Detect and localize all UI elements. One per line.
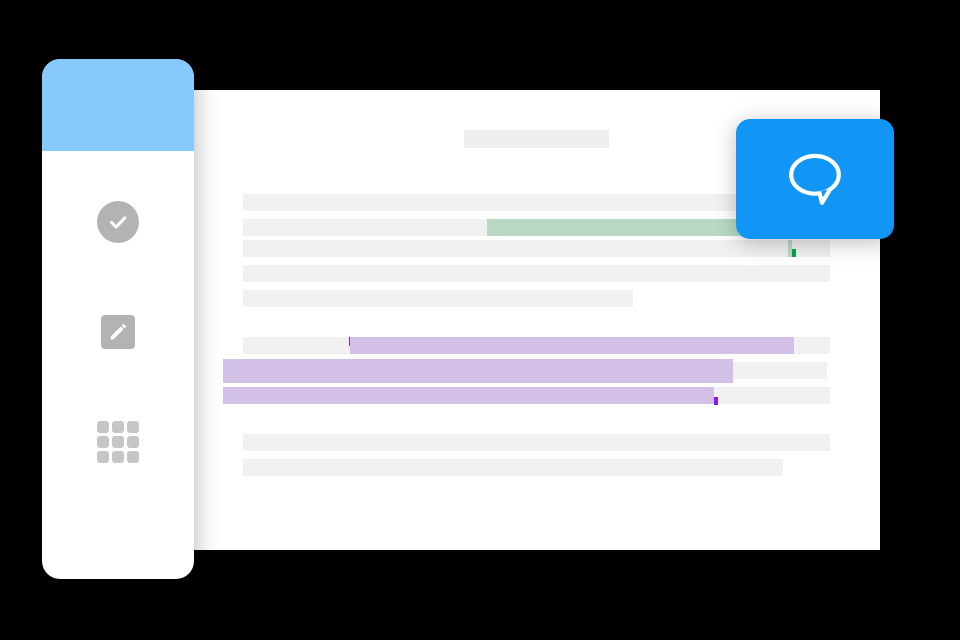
text-line — [243, 219, 797, 236]
document-title-placeholder — [464, 130, 609, 148]
text-line — [243, 265, 830, 282]
text-line — [243, 362, 827, 379]
speech-bubble-icon — [780, 144, 850, 214]
selection-caret-end — [714, 397, 718, 405]
text-line — [243, 387, 830, 404]
sidebar-item-grid[interactable] — [97, 421, 139, 463]
text-line — [243, 337, 830, 354]
selection-caret-end — [792, 249, 796, 257]
sidebar-items — [42, 151, 194, 513]
text-line — [243, 434, 830, 451]
edit-icon — [101, 315, 135, 349]
grid-icon — [97, 421, 139, 463]
selection-highlight[interactable] — [350, 337, 794, 354]
selection-highlight[interactable] — [223, 387, 714, 404]
check-icon — [97, 201, 139, 243]
sidebar-item-check[interactable] — [97, 201, 139, 243]
text-line — [243, 459, 783, 476]
selection-highlight[interactable] — [223, 359, 733, 383]
text-line — [243, 290, 633, 307]
sidebar-header — [42, 59, 194, 151]
sidebar-item-edit[interactable] — [97, 311, 139, 353]
sidebar — [42, 59, 194, 579]
text-line — [243, 240, 830, 257]
comment-button[interactable] — [736, 119, 894, 239]
